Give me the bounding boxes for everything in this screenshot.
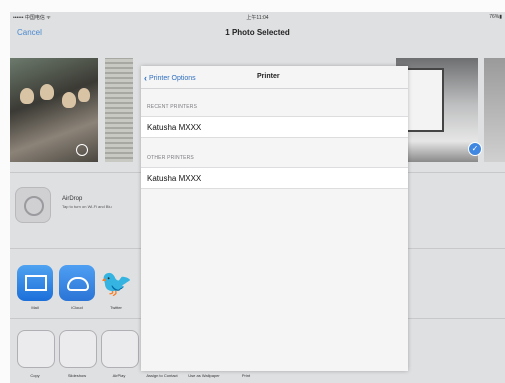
other-printers-header: OTHER PRINTERS <box>147 155 194 161</box>
mail-label: Mail <box>31 305 39 310</box>
airplay-label: AirPlay <box>112 373 126 378</box>
assign-contact-label: Assign to Contact <box>146 373 178 378</box>
popover-header: ‹ Printer Options Printer <box>141 66 408 89</box>
printer-name: Katusha MXXX <box>147 123 202 132</box>
battery-label: 76%▮ <box>489 14 502 20</box>
airdrop-title: AirDrop <box>62 196 83 202</box>
airdrop-description: Tap to turn on Wi-Fi and Blu <box>62 204 112 209</box>
slideshow-label: Slideshow <box>67 373 87 378</box>
copy-label: Copy <box>30 373 40 378</box>
copy-icon[interactable] <box>17 330 55 368</box>
airdrop-icon <box>15 187 51 223</box>
checkmark-icon[interactable]: ✓ <box>468 142 482 156</box>
mail-icon[interactable] <box>17 265 53 301</box>
icloud-icon[interactable] <box>59 265 95 301</box>
slideshow-icon[interactable] <box>59 330 97 368</box>
print-label: Print <box>241 373 251 378</box>
back-label: Printer Options <box>148 75 196 82</box>
wallpaper-label: Use as Wallpaper <box>188 373 220 378</box>
printer-options-back-button[interactable]: ‹ Printer Options <box>144 72 196 83</box>
clock-label: 上午11:04 <box>246 15 269 21</box>
navigation-bar: Cancel 1 Photo Selected <box>10 22 505 46</box>
icloud-label: iCloud <box>71 305 83 310</box>
unselected-circle-icon[interactable] <box>76 144 88 156</box>
twitter-label: Twitter <box>110 305 122 310</box>
chevron-left-icon: ‹ <box>144 73 147 83</box>
photo-thumbnail-partial[interactable] <box>484 58 505 162</box>
photo-thumbnail-eiffel[interactable] <box>396 58 478 162</box>
recent-printers-header: RECENT PRINTERS <box>147 104 198 110</box>
airplay-icon[interactable] <box>101 330 139 368</box>
popover-title: Printer <box>257 73 280 80</box>
printer-popover: ‹ Printer Options Printer RECENT PRINTER… <box>141 66 408 371</box>
printer-name: Katusha MXXX <box>147 174 202 183</box>
photo-thumbnail-document[interactable] <box>105 58 133 162</box>
twitter-icon[interactable]: 🐦 <box>100 265 132 301</box>
recent-printer-row[interactable]: Katusha MXXX <box>141 116 408 138</box>
page-title: 1 Photo Selected <box>225 28 290 37</box>
share-sheet-screen: •••••• 中国电信 ᯤ 上午11:04 76%▮ Cancel 1 Phot… <box>10 12 505 383</box>
other-printer-row[interactable]: Katusha MXXX <box>141 167 408 189</box>
status-bar: •••••• 中国电信 ᯤ 上午11:04 76%▮ <box>10 12 505 22</box>
